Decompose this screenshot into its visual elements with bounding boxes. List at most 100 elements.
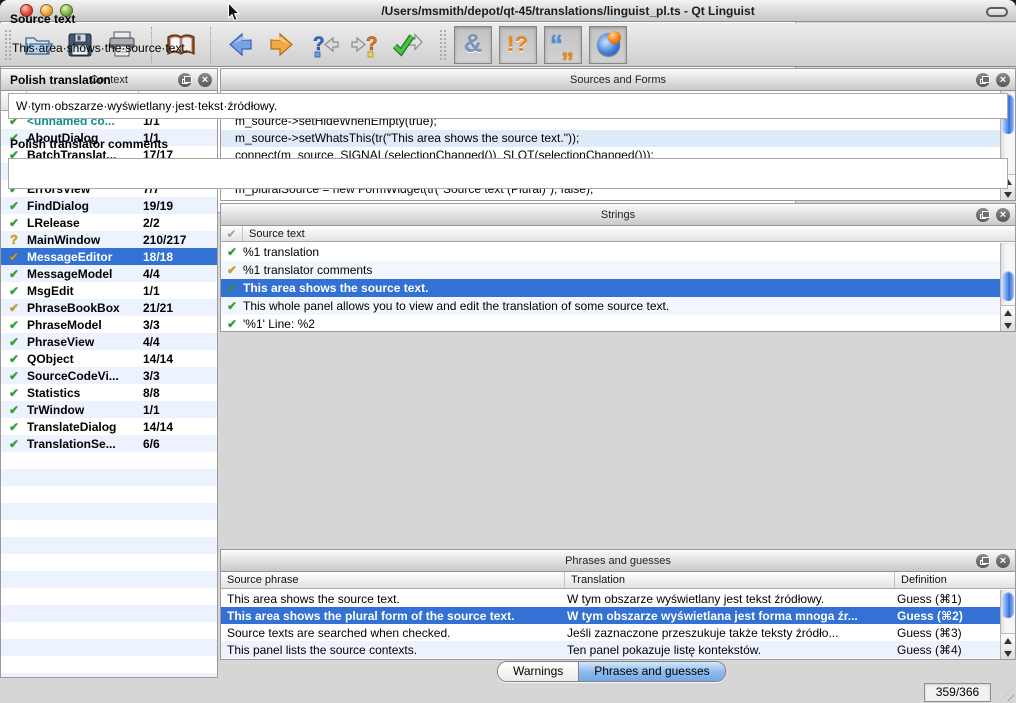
phrase-row-selected[interactable]: This area shows the plural form of the s… — [221, 607, 1000, 624]
scrollbar-thumb[interactable] — [1002, 271, 1014, 301]
context-row[interactable]: SourceCodeVi...3/3 — [1, 367, 217, 384]
qt-linguist-window: /Users/msmith/depot/qt-45/translations/l… — [0, 0, 1016, 703]
status-done-icon — [1, 369, 27, 383]
close-panel-button[interactable] — [198, 73, 212, 87]
accelerators-toggle-button[interactable]: & — [454, 26, 492, 64]
done-and-next-icon — [391, 29, 425, 61]
status-done-warning-icon — [1, 250, 27, 264]
code-line-highlighted: m_source->setWhatsThis(tr("This area sho… — [221, 130, 1000, 147]
context-row[interactable]: Statistics8/8 — [1, 384, 217, 401]
toolbar-drag-handle[interactable] — [4, 29, 11, 61]
float-panel-button[interactable] — [976, 73, 990, 87]
phrase-row[interactable]: This area shows the source text.W tym ob… — [221, 590, 1000, 607]
place-markers-toggle-button[interactable] — [589, 26, 627, 64]
float-panel-button[interactable] — [976, 208, 990, 222]
context-row[interactable]: MainWindow210/217 — [1, 231, 217, 248]
tab-phrases-and-guesses[interactable]: Phrases and guesses — [579, 662, 724, 681]
phrases-table-header: Source phrase Translation Definition — [221, 572, 1015, 589]
scrollbar-thumb[interactable] — [1002, 592, 1014, 618]
string-row[interactable]: %1 translator comments — [221, 261, 1000, 279]
toolbar-separator — [210, 27, 211, 63]
scroll-up-button[interactable] — [1001, 306, 1015, 319]
context-row[interactable]: MessageModel4/4 — [1, 265, 217, 282]
context-row[interactable]: TrWindow1/1 — [1, 401, 217, 418]
panel-title: Phrases and guesses — [221, 555, 1015, 567]
status-done-icon — [1, 216, 27, 230]
scroll-down-button[interactable] — [1001, 188, 1015, 201]
forward-button[interactable] — [263, 26, 301, 64]
scroll-down-button[interactable] — [1001, 647, 1015, 660]
toolbar-toggle-button[interactable] — [986, 7, 1008, 17]
context-row[interactable]: MsgEdit1/1 — [1, 282, 217, 299]
float-panel-button[interactable] — [976, 554, 990, 568]
phrase-matches-toggle-button[interactable]: “„ — [544, 26, 582, 64]
context-row[interactable]: PhraseView4/4 — [1, 333, 217, 350]
panel-title: Sources and Forms — [221, 74, 1015, 86]
punctuation-icon: !? — [507, 33, 529, 57]
quotes-icon: “„ — [550, 35, 576, 54]
phrase-row[interactable]: This panel lists the source contexts.Ten… — [221, 641, 1000, 658]
context-row-selected[interactable]: MessageEditor18/18 — [1, 248, 217, 265]
polish-translation-input[interactable] — [8, 93, 1008, 119]
close-panel-button[interactable] — [996, 73, 1010, 87]
string-row[interactable]: %1 translation — [221, 243, 1000, 261]
status-done-icon — [1, 335, 27, 349]
strings-table-header: Source text — [221, 226, 1015, 242]
next-unfinished-button[interactable]: ? — [347, 26, 385, 64]
close-panel-button[interactable] — [996, 208, 1010, 222]
phrase-row[interactable]: Source texts are searched when checked.J… — [221, 624, 1000, 641]
done-column-header-icon[interactable] — [221, 226, 243, 241]
prev-unfinished-icon: ? — [307, 29, 341, 61]
title-bar: /Users/msmith/depot/qt-45/translations/l… — [0, 0, 1016, 22]
place-marker-ball-icon — [597, 33, 620, 56]
context-row[interactable]: TranslationSe...6/6 — [1, 435, 217, 452]
done-and-next-button[interactable] — [389, 26, 427, 64]
context-row[interactable]: PhraseBookBox21/21 — [1, 299, 217, 316]
window-title: /Users/msmith/depot/qt-45/translations/l… — [160, 0, 976, 22]
status-done-icon — [1, 267, 27, 281]
source-text-label: Source text — [10, 12, 75, 26]
source-text-value: This·area·shows·the·source·text. — [12, 41, 188, 55]
string-row[interactable]: This whole panel allows you to view and … — [221, 297, 1000, 315]
string-row-selected[interactable]: This area shows the source text. — [221, 279, 1000, 297]
status-done-icon — [1, 437, 27, 451]
status-done-icon — [221, 299, 243, 313]
phrases-panel-header[interactable]: Phrases and guesses — [221, 550, 1015, 572]
float-panel-button[interactable] — [178, 73, 192, 87]
scroll-down-button[interactable] — [1001, 319, 1015, 332]
bottom-dock-tabs: Warnings Phrases and guesses — [497, 661, 726, 682]
status-done-icon — [1, 352, 27, 366]
status-unfinished-icon — [1, 232, 27, 247]
sources-panel-header[interactable]: Sources and Forms — [221, 69, 1015, 91]
mouse-cursor-icon — [227, 2, 240, 22]
context-list: <unnamed co...1/1 AboutDialog1/1 BatchTr… — [1, 112, 217, 677]
close-panel-button[interactable] — [996, 554, 1010, 568]
next-unfinished-icon: ? — [349, 29, 383, 61]
vertical-scrollbar[interactable] — [1000, 590, 1015, 659]
ampersand-icon: & — [464, 30, 482, 59]
context-row[interactable]: PhraseModel3/3 — [1, 316, 217, 333]
status-done-icon — [221, 281, 243, 295]
toolbar-drag-handle[interactable] — [439, 29, 446, 61]
panel-title: Strings — [221, 209, 1015, 221]
tab-warnings[interactable]: Warnings — [498, 662, 579, 681]
translation-column-header[interactable]: Translation — [565, 572, 895, 588]
context-row[interactable]: TranslateDialog14/14 — [1, 418, 217, 435]
back-arrow-icon — [224, 29, 256, 61]
context-row[interactable]: FindDialog19/19 — [1, 197, 217, 214]
context-row[interactable]: LRelease2/2 — [1, 214, 217, 231]
ending-punctuation-toggle-button[interactable]: !? — [499, 26, 537, 64]
source-phrase-column-header[interactable]: Source phrase — [221, 572, 565, 588]
source-text-column-header[interactable]: Source text — [243, 226, 1015, 241]
window-resize-grip[interactable] — [1000, 687, 1014, 701]
status-done-icon — [1, 284, 27, 298]
polish-translator-comments-input[interactable] — [8, 158, 1008, 189]
strings-panel-header[interactable]: Strings — [221, 204, 1015, 226]
prev-unfinished-button[interactable]: ? — [305, 26, 343, 64]
definition-column-header[interactable]: Definition — [895, 572, 1015, 588]
string-row[interactable]: '%1' Line: %2 — [221, 315, 1000, 331]
back-button[interactable] — [221, 26, 259, 64]
context-row[interactable]: QObject14/14 — [1, 350, 217, 367]
vertical-scrollbar[interactable] — [1000, 243, 1015, 331]
scroll-up-button[interactable] — [1001, 634, 1015, 647]
